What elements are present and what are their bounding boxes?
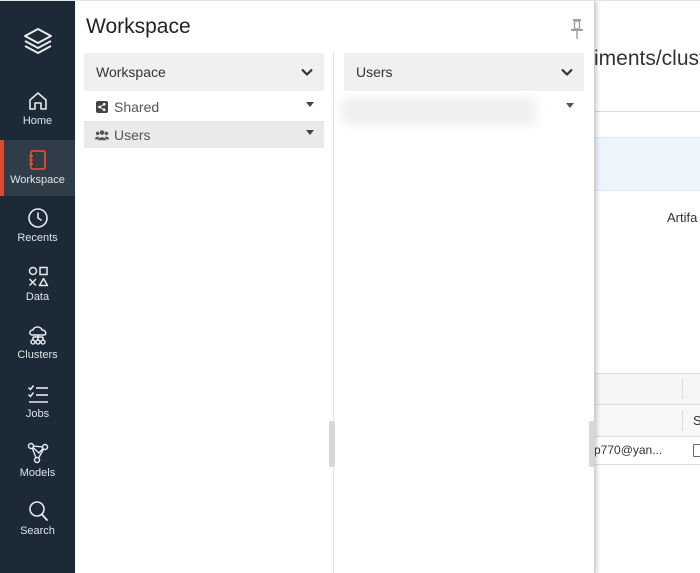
panel-title: Workspace: [86, 15, 191, 38]
header-divider: [594, 111, 700, 112]
shapes-icon: [28, 266, 48, 287]
nav-label: Jobs: [25, 408, 50, 420]
clock-icon: [27, 208, 48, 228]
nav-label: Home: [22, 115, 53, 127]
info-banner: [594, 137, 700, 191]
nav-label: Recents: [17, 232, 58, 244]
tree-item-label: Shared: [114, 98, 160, 115]
panel-resize-handle[interactable]: [589, 421, 595, 467]
nav-label: Clusters: [17, 349, 58, 361]
table-row-divider: [594, 464, 700, 465]
table-header: [594, 373, 700, 405]
nav-item-jobs[interactable]: Jobs: [0, 382, 75, 438]
nav-label: Data: [25, 291, 50, 303]
pin-icon[interactable]: [570, 18, 584, 40]
nav-label: Workspace: [10, 174, 65, 186]
nav-item-home[interactable]: Home: [0, 89, 75, 145]
column-separator: [682, 379, 683, 399]
tree-item-label: Users: [114, 126, 151, 143]
home-icon: [28, 92, 47, 110]
nav-item-data[interactable]: Data: [0, 265, 75, 321]
model-icon: [27, 442, 48, 464]
tree-item-shared[interactable]: Shared: [84, 93, 324, 120]
table-subheader: [594, 405, 700, 437]
chevron-down-icon[interactable]: [560, 65, 574, 79]
nav-label: Models: [19, 467, 56, 479]
column-divider: [333, 53, 334, 573]
chevron-down-icon[interactable]: [300, 65, 314, 79]
app-root: iments/clust Artifa S p770@yan... Home W…: [0, 0, 700, 573]
column-header-users[interactable]: Users: [344, 53, 584, 91]
caret-down-icon[interactable]: [306, 130, 314, 135]
table-cell-user[interactable]: p770@yan...: [594, 443, 662, 457]
workspace-icon: [28, 150, 46, 170]
users-icon: [95, 128, 109, 142]
tree-item-users[interactable]: Users: [84, 121, 324, 148]
shared-folder-icon: [95, 100, 109, 114]
column-header-label: Workspace: [96, 64, 166, 80]
nav-item-recents[interactable]: Recents: [0, 206, 75, 262]
logo-icon[interactable]: [22, 27, 54, 57]
search-icon: [28, 501, 48, 521]
caret-down-icon[interactable]: [306, 102, 314, 107]
redacted-user-entry[interactable]: [341, 97, 537, 125]
workspace-panel: Workspace Workspace Shared Users Users: [75, 1, 595, 573]
nav-item-clusters[interactable]: Clusters: [0, 323, 75, 379]
column-header-label: Users: [356, 64, 393, 80]
nav-item-search[interactable]: Search: [0, 499, 75, 555]
nav-label: Search: [20, 525, 55, 537]
doc-icon[interactable]: [693, 444, 700, 457]
column-resize-handle[interactable]: [329, 421, 335, 467]
column-separator: [682, 411, 683, 431]
checklist-icon: [27, 385, 48, 403]
sidebar-nav: Home Workspace Recents Data Clusters Job…: [0, 1, 75, 573]
cluster-icon: [28, 326, 46, 345]
caret-down-icon[interactable]: [566, 103, 574, 108]
column-header-workspace[interactable]: Workspace: [84, 53, 324, 91]
nav-item-models[interactable]: Models: [0, 441, 75, 497]
column-header-s[interactable]: S: [693, 413, 700, 428]
nav-item-workspace[interactable]: Workspace: [0, 140, 75, 196]
page-title: iments/clust: [594, 47, 700, 70]
artifacts-label: Artifa: [667, 210, 698, 225]
